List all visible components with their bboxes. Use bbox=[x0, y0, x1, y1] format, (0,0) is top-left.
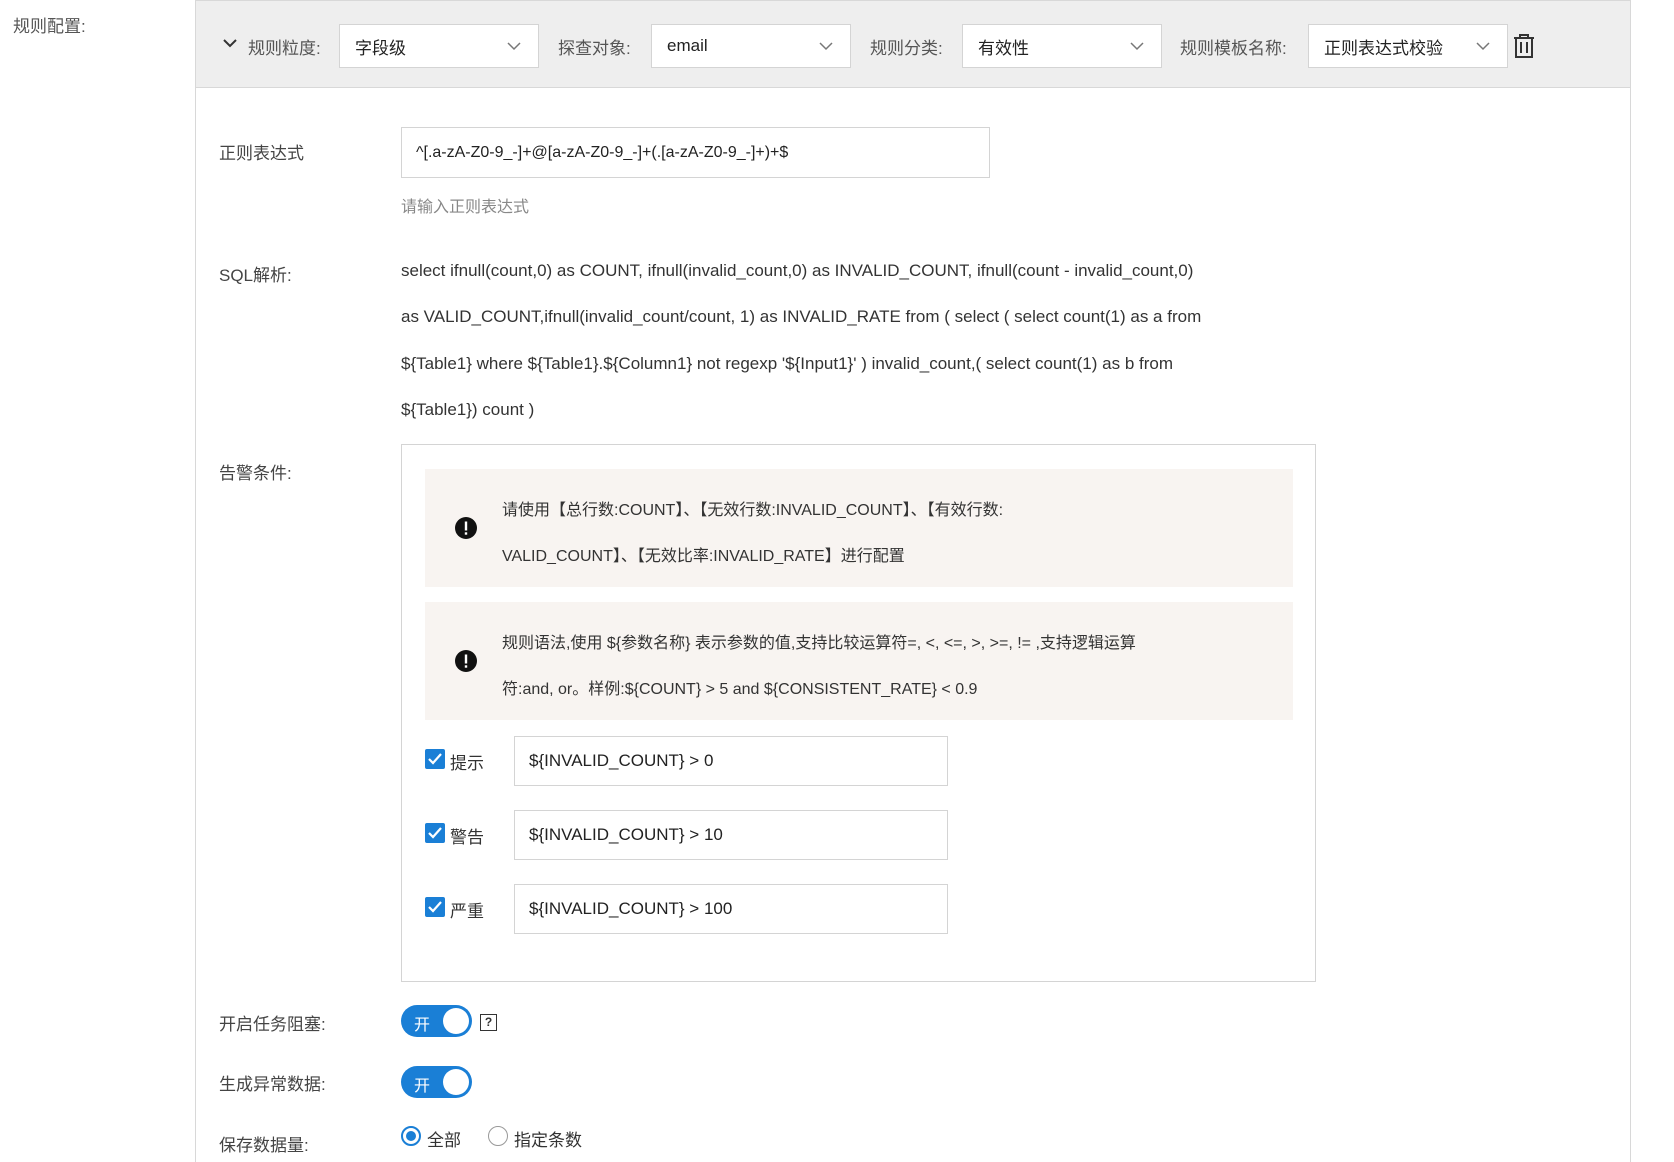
chevron-down-icon bbox=[1476, 42, 1490, 51]
rule-panel: 规则粒度: 字段级 探查对象: email 规则分类: 有效性 规则模板名称: … bbox=[195, 0, 1631, 1162]
granularity-label: 规则粒度: bbox=[248, 39, 321, 58]
granularity-select[interactable]: 字段级 bbox=[339, 24, 539, 68]
radio-all[interactable] bbox=[401, 1126, 421, 1146]
target-value: email bbox=[667, 36, 708, 55]
toggle-text: 开 bbox=[414, 1017, 431, 1034]
question-icon[interactable]: ? bbox=[480, 1014, 497, 1031]
regex-input[interactable]: ^[.a-zA-Z0-9_-]+@[a-zA-Z0-9_-]+(.[a-zA-Z… bbox=[401, 127, 990, 178]
rule-config-label: 规则配置: bbox=[13, 17, 86, 36]
chevron-down-icon bbox=[507, 42, 521, 51]
notice-syntax: 规则语法,使用 ${参数名称} 表示参数的值,支持比较运算符=, <, <=, … bbox=[425, 602, 1293, 720]
radio-specified-label: 指定条数 bbox=[514, 1131, 582, 1150]
sql-label: SQL解析: bbox=[219, 266, 292, 285]
task-block-label: 开启任务阻塞: bbox=[219, 1015, 326, 1034]
radio-all-label: 全部 bbox=[427, 1131, 461, 1150]
severe-label: 严重 bbox=[450, 902, 484, 921]
severe-condition-input[interactable]: ${INVALID_COUNT} > 100 bbox=[514, 884, 948, 934]
exclamation-icon bbox=[455, 650, 477, 672]
save-amount-label: 保存数据量: bbox=[219, 1136, 309, 1155]
sql-line: select ifnull(count,0) as COUNT, ifnull(… bbox=[401, 261, 1194, 280]
warning-checkbox[interactable] bbox=[425, 823, 445, 843]
regex-label: 正则表达式 bbox=[219, 144, 304, 163]
chevron-down-icon bbox=[819, 42, 833, 51]
notice-text: 请使用【总行数:COUNT】、【无效行数:INVALID_COUNT】、【有效行… bbox=[502, 502, 1004, 519]
radio-specified[interactable] bbox=[488, 1126, 508, 1146]
category-select[interactable]: 有效性 bbox=[962, 24, 1162, 68]
hint-label: 提示 bbox=[450, 754, 484, 773]
category-value: 有效性 bbox=[978, 38, 1029, 58]
trash-icon[interactable] bbox=[1511, 33, 1537, 59]
notice-text: 规则语法,使用 ${参数名称} 表示参数的值,支持比较运算符=, <, <=, … bbox=[502, 635, 1136, 652]
alert-label: 告警条件: bbox=[219, 464, 292, 483]
target-label: 探查对象: bbox=[558, 39, 631, 58]
regex-hint: 请输入正则表达式 bbox=[401, 199, 530, 216]
collapse-chevron-icon[interactable] bbox=[222, 35, 238, 51]
notice-text: VALID_COUNT】、【无效比率:INVALID_RATE】进行配置 bbox=[502, 548, 905, 565]
sql-line: ${Table1}) count ) bbox=[401, 400, 535, 419]
toggle-text: 开 bbox=[414, 1078, 431, 1095]
check-icon bbox=[428, 901, 442, 913]
check-icon bbox=[428, 753, 442, 765]
template-select[interactable]: 正则表达式校验 bbox=[1308, 24, 1508, 68]
chevron-down-icon bbox=[1130, 42, 1144, 51]
rule-header: 规则粒度: 字段级 探查对象: email 规则分类: 有效性 规则模板名称: … bbox=[196, 0, 1630, 88]
hint-condition-input[interactable]: ${INVALID_COUNT} > 0 bbox=[514, 736, 948, 786]
exclamation-icon bbox=[455, 517, 477, 539]
template-value: 正则表达式校验 bbox=[1324, 38, 1443, 58]
gen-abnormal-label: 生成异常数据: bbox=[219, 1075, 326, 1094]
toggle-knob bbox=[443, 1008, 469, 1034]
check-icon bbox=[428, 827, 442, 839]
severe-checkbox[interactable] bbox=[425, 897, 445, 917]
category-label: 规则分类: bbox=[870, 39, 943, 58]
granularity-value: 字段级 bbox=[355, 38, 406, 58]
sql-line: as VALID_COUNT,ifnull(invalid_count/coun… bbox=[401, 307, 1202, 326]
warning-label: 警告 bbox=[450, 828, 484, 847]
toggle-knob bbox=[443, 1069, 469, 1095]
gen-abnormal-toggle[interactable]: 开 bbox=[401, 1066, 472, 1098]
condition-row-hint: 提示 ${INVALID_COUNT} > 0 bbox=[425, 736, 948, 786]
template-label: 规则模板名称: bbox=[1180, 39, 1287, 58]
alert-conditions-box: 请使用【总行数:COUNT】、【无效行数:INVALID_COUNT】、【有效行… bbox=[401, 444, 1316, 982]
target-select[interactable]: email bbox=[651, 24, 851, 68]
condition-row-warning: 警告 ${INVALID_COUNT} > 10 bbox=[425, 810, 948, 860]
sql-line: ${Table1} where ${Table1}.${Column1} not… bbox=[401, 354, 1173, 373]
condition-row-severe: 严重 ${INVALID_COUNT} > 100 bbox=[425, 884, 948, 934]
notice-text: 符:and, or。样例:${COUNT} > 5 and ${CONSISTE… bbox=[502, 681, 978, 698]
notice-metrics: 请使用【总行数:COUNT】、【无效行数:INVALID_COUNT】、【有效行… bbox=[425, 469, 1293, 587]
task-block-toggle[interactable]: 开 bbox=[401, 1005, 472, 1037]
hint-checkbox[interactable] bbox=[425, 749, 445, 769]
warning-condition-input[interactable]: ${INVALID_COUNT} > 10 bbox=[514, 810, 948, 860]
